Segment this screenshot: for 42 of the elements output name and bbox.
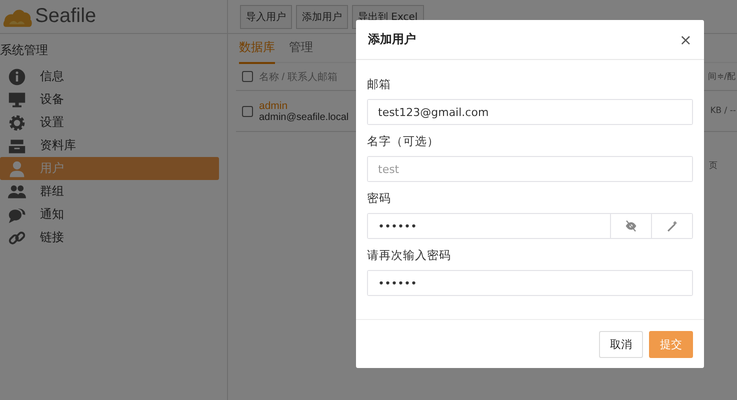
dialog-title: 添加用户: [368, 31, 416, 48]
toolbar-button[interactable]: 导入用户: [240, 4, 292, 28]
sidebar-item[interactable]: 信息: [0, 65, 219, 88]
brand-name: Seafile: [35, 5, 96, 28]
column-header: 名称 / 联系人邮箱: [259, 70, 338, 84]
cancel-button[interactable]: 取消: [599, 330, 643, 358]
table-cell: admin@seafile.local: [259, 112, 349, 122]
checkbox[interactable]: [242, 106, 253, 116]
password-field[interactable]: ••••••: [367, 213, 693, 239]
sidebar-item[interactable]: 设置: [0, 111, 219, 134]
sidebar-item[interactable]: 资料库: [0, 134, 219, 157]
sidebar-item[interactable]: 群组: [0, 180, 219, 203]
tab[interactable]: 管理: [289, 32, 313, 64]
drawer-icon: [8, 136, 26, 154]
field-label: 名字（可选）: [367, 134, 440, 149]
table-cell: KB / --: [710, 106, 737, 116]
chat-icon: [8, 206, 26, 224]
generate-password-button[interactable]: [651, 214, 692, 238]
user-icon: [8, 160, 26, 178]
field-label: 请再次输入密码: [367, 248, 452, 263]
link-icon: [8, 228, 26, 246]
sidebar-item[interactable]: 链接: [0, 226, 219, 249]
sidebar-item[interactable]: 设备: [0, 88, 219, 111]
pager-text: 页: [709, 160, 719, 172]
field-label: 密码: [367, 191, 392, 206]
field-label: 邮箱: [367, 77, 392, 92]
input-field[interactable]: test123@gmail.com: [367, 99, 693, 125]
eye-slash-icon: [625, 220, 637, 232]
group-icon: [8, 182, 26, 200]
toolbar-button[interactable]: 添加用户: [296, 4, 348, 28]
input-field[interactable]: ••••••: [367, 270, 693, 296]
close-button[interactable]: ×: [679, 30, 692, 48]
column-header: 间≑/配: [708, 70, 737, 82]
input-field[interactable]: test: [367, 156, 693, 182]
submit-button[interactable]: 提交: [649, 330, 693, 358]
info-icon: [8, 68, 26, 86]
wand-icon: [666, 220, 678, 232]
monitor-icon: [8, 90, 26, 108]
gear-icon: [8, 114, 26, 132]
checkbox[interactable]: [242, 71, 253, 82]
sidebar-item[interactable]: 通知: [0, 203, 219, 226]
sidebar-heading: 系统管理: [0, 42, 49, 59]
